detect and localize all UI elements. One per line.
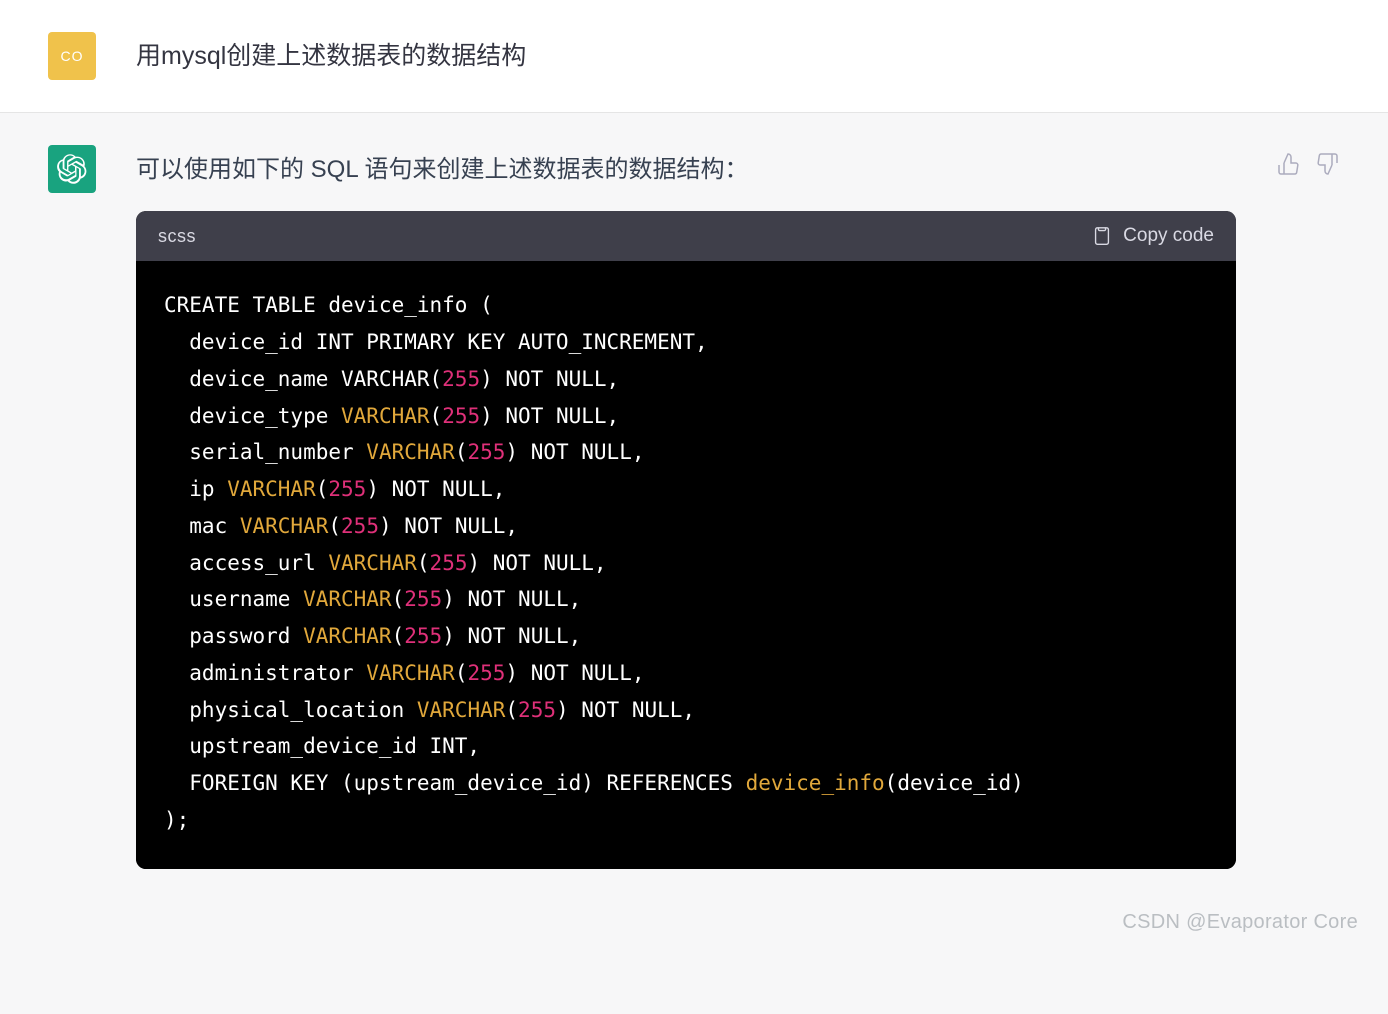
user-message: CO 用mysql创建上述数据表的数据结构 bbox=[0, 0, 1388, 113]
code-header: scss Copy code bbox=[136, 211, 1236, 261]
thumbs-down-button[interactable] bbox=[1314, 151, 1340, 177]
copy-code-button[interactable]: Copy code bbox=[1091, 225, 1214, 247]
user-prompt-text: 用mysql创建上述数据表的数据结构 bbox=[136, 38, 1340, 76]
code-body[interactable]: CREATE TABLE device_info ( device_id INT… bbox=[136, 261, 1236, 868]
copy-code-label: Copy code bbox=[1123, 225, 1214, 247]
assistant-avatar bbox=[48, 145, 96, 193]
clipboard-icon bbox=[1091, 225, 1113, 247]
assistant-content: 可以使用如下的 SQL 语句来创建上述数据表的数据结构： scss Copy c… bbox=[136, 145, 1236, 869]
code-block: scss Copy code CREATE TABLE device_info … bbox=[136, 211, 1236, 868]
code-language-label: scss bbox=[158, 226, 196, 247]
thumbs-up-button[interactable] bbox=[1276, 151, 1302, 177]
user-content: 用mysql创建上述数据表的数据结构 bbox=[136, 32, 1340, 80]
thumbs-up-icon bbox=[1277, 152, 1301, 176]
user-avatar: CO bbox=[48, 32, 96, 80]
thumbs-down-icon bbox=[1315, 152, 1339, 176]
feedback-buttons bbox=[1276, 145, 1340, 869]
assistant-message: 可以使用如下的 SQL 语句来创建上述数据表的数据结构： scss Copy c… bbox=[0, 113, 1388, 901]
assistant-intro-text: 可以使用如下的 SQL 语句来创建上述数据表的数据结构： bbox=[136, 151, 1236, 189]
watermark-text: CSDN @Evaporator Core bbox=[0, 901, 1388, 958]
user-avatar-label: CO bbox=[61, 48, 84, 64]
openai-logo-icon bbox=[57, 154, 87, 184]
